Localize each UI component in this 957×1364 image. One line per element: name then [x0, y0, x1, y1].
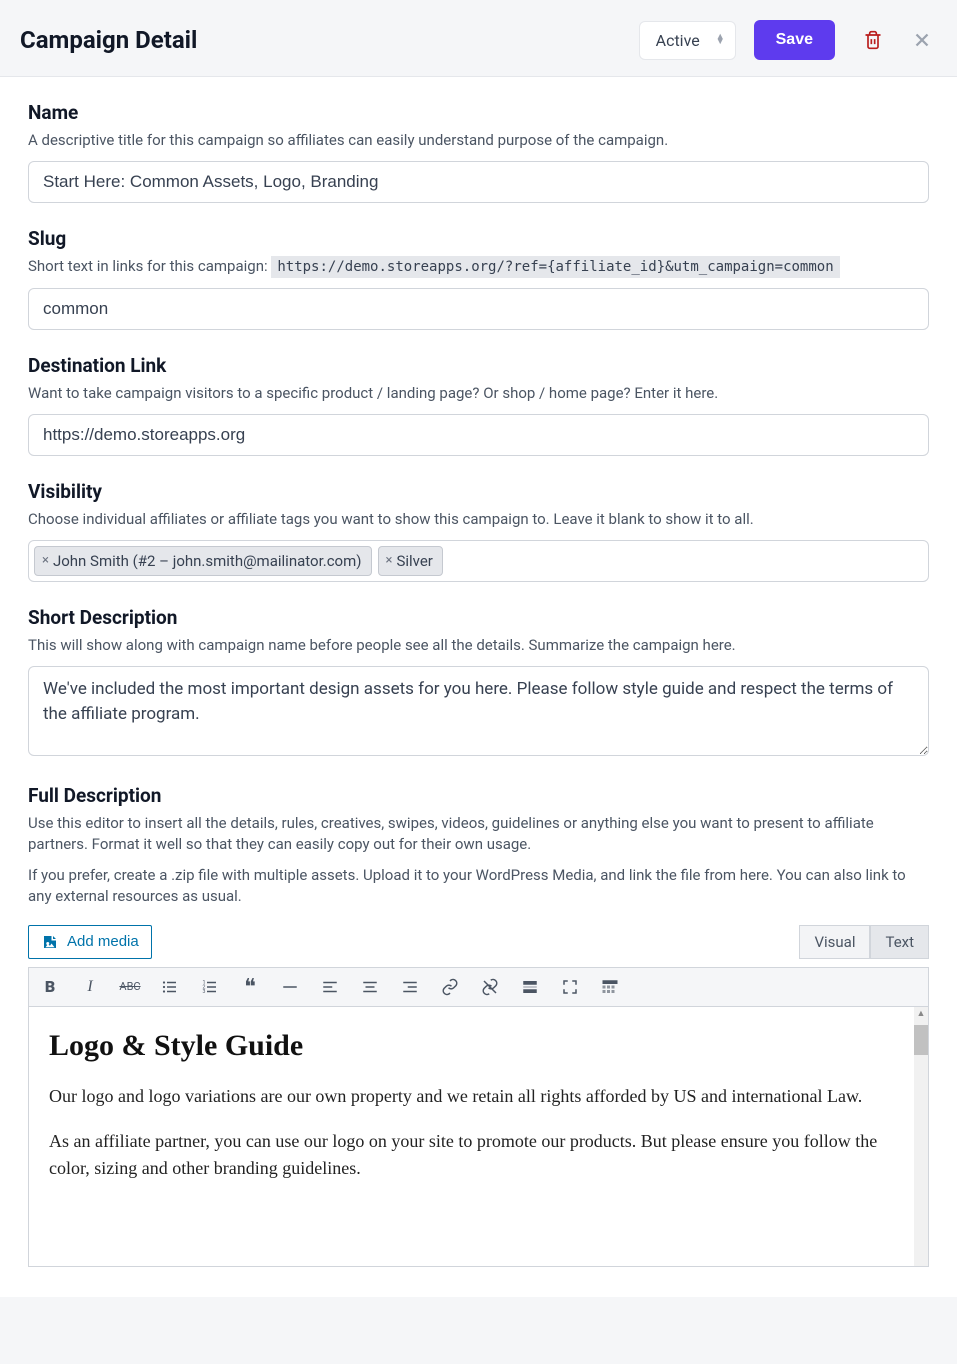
- toolbar-toggle-button[interactable]: [597, 974, 623, 1000]
- editor-toolbar: B I ABC 123 ❝: [28, 967, 929, 1007]
- slug-example-url: https://demo.storeapps.org/?ref={affilia…: [271, 256, 839, 278]
- full-desc-help2: If you prefer, create a .zip file with m…: [28, 865, 929, 907]
- link-button[interactable]: [437, 974, 463, 1000]
- page-title: Campaign Detail: [20, 26, 639, 54]
- full-desc-help1: Use this editor to insert all the detail…: [28, 813, 929, 855]
- visibility-tag-input[interactable]: × John Smith (#2 – john.smith@mailinator…: [28, 540, 929, 582]
- chevron-updown-icon: ▲▼: [716, 35, 725, 45]
- unlink-button[interactable]: [477, 974, 503, 1000]
- scroll-up-icon[interactable]: ▲: [914, 1007, 928, 1021]
- save-button[interactable]: Save: [754, 20, 835, 60]
- dest-label: Destination Link: [28, 354, 929, 377]
- status-dropdown[interactable]: Active ▲▼: [639, 21, 736, 60]
- dest-desc: Want to take campaign visitors to a spec…: [28, 383, 929, 404]
- svg-text:3: 3: [203, 989, 206, 995]
- name-label: Name: [28, 101, 929, 124]
- tab-text[interactable]: Text: [870, 925, 929, 959]
- read-more-button[interactable]: [517, 974, 543, 1000]
- tag-remove-icon[interactable]: ×: [42, 553, 49, 568]
- tag-remove-icon[interactable]: ×: [386, 553, 393, 568]
- dest-input[interactable]: [28, 414, 929, 456]
- short-desc-label: Short Description: [28, 606, 929, 629]
- blockquote-button[interactable]: ❝: [237, 974, 263, 1000]
- media-icon: [41, 933, 59, 951]
- name-input[interactable]: [28, 161, 929, 203]
- close-button[interactable]: [907, 25, 937, 55]
- trash-icon: [863, 30, 883, 50]
- short-desc-help: This will show along with campaign name …: [28, 635, 929, 656]
- short-desc-textarea[interactable]: We've included the most important design…: [28, 666, 929, 756]
- visibility-desc: Choose individual affiliates or affiliat…: [28, 509, 929, 530]
- visibility-tag: × John Smith (#2 – john.smith@mailinator…: [34, 546, 372, 576]
- number-list-button[interactable]: 123: [197, 974, 223, 1000]
- full-desc-label: Full Description: [28, 784, 929, 807]
- add-media-button[interactable]: Add media: [28, 925, 152, 959]
- editor-paragraph: As an affiliate partner, you can use our…: [49, 1128, 908, 1182]
- bold-button[interactable]: B: [37, 974, 63, 1000]
- editor-heading: Logo & Style Guide: [49, 1029, 908, 1063]
- slug-desc: Short text in links for this campaign: h…: [28, 256, 929, 278]
- name-desc: A descriptive title for this campaign so…: [28, 130, 929, 151]
- editor-paragraph: Our logo and logo variations are our own…: [49, 1083, 908, 1110]
- hr-button[interactable]: [277, 974, 303, 1000]
- scrollbar-thumb[interactable]: [914, 1025, 928, 1055]
- align-right-button[interactable]: [397, 974, 423, 1000]
- slug-input[interactable]: [28, 288, 929, 330]
- slug-label: Slug: [28, 227, 929, 250]
- scrollbar-track[interactable]: ▲: [914, 1007, 928, 1266]
- visibility-tag: × Silver: [378, 546, 443, 576]
- close-icon: [911, 29, 933, 51]
- align-left-button[interactable]: [317, 974, 343, 1000]
- fullscreen-button[interactable]: [557, 974, 583, 1000]
- rich-text-editor[interactable]: Logo & Style Guide Our logo and logo var…: [28, 1007, 929, 1267]
- strikethrough-button[interactable]: ABC: [117, 974, 143, 1000]
- italic-button[interactable]: I: [77, 974, 103, 1000]
- delete-button[interactable]: [859, 26, 887, 54]
- status-value: Active: [656, 31, 700, 50]
- visibility-label: Visibility: [28, 480, 929, 503]
- tab-visual[interactable]: Visual: [799, 925, 870, 959]
- bullet-list-button[interactable]: [157, 974, 183, 1000]
- align-center-button[interactable]: [357, 974, 383, 1000]
